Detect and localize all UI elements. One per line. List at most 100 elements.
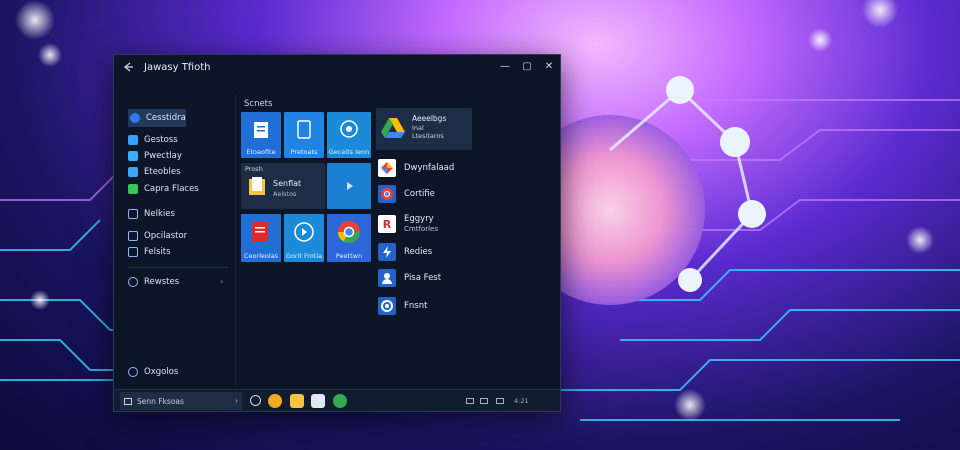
edge-icon <box>378 297 396 315</box>
lightning-icon <box>378 243 396 261</box>
r-icon: R <box>378 215 396 233</box>
sidebar-item-label: Felsits <box>144 247 171 257</box>
sidebar-divider <box>128 267 228 268</box>
media-icon <box>294 222 314 242</box>
sidebar-item-label: Oxgolos <box>144 367 179 377</box>
tile-caption: Aelstos <box>273 190 297 198</box>
list-item-2[interactable]: R Eggyry Cmtforles <box>378 211 438 237</box>
featured-line1: Aeeelbgs <box>412 114 447 123</box>
section-label: Scnets <box>244 99 273 109</box>
featured-tile[interactable]: Aeeelbgs Inal Ltesitaros <box>376 108 472 150</box>
folder-icon <box>128 167 138 177</box>
featured-line3: Ltesitaros <box>412 132 444 140</box>
sidebar-item-5[interactable]: Nelkies <box>128 207 175 221</box>
chrome-icon <box>378 185 396 203</box>
chat-icon <box>128 209 138 219</box>
clock-text: 4:21 <box>514 397 529 405</box>
sidebar-item-label: Rewstes <box>144 277 180 287</box>
tile-label: Etoaofite <box>246 148 276 156</box>
tile-3[interactable]: Prosh Senflat Aelstos <box>241 163 325 209</box>
pdf-icon <box>252 222 268 242</box>
compass-icon <box>130 113 140 123</box>
tile-2[interactable]: Geceits Ienn <box>327 112 371 158</box>
drive-icon <box>381 118 405 138</box>
sidebar-item-8[interactable]: Rewstes <box>128 275 179 289</box>
list-item-label: Redies <box>404 247 433 257</box>
sidebar-item-label: Nelkies <box>144 209 175 219</box>
tile-4[interactable]: Ceorleolas <box>241 214 281 262</box>
sidebar-item-1[interactable]: Gestoss <box>128 133 178 147</box>
document-app-icon[interactable] <box>311 394 325 408</box>
list-item-4[interactable]: Pisa Fest <box>378 267 441 289</box>
folder-icon <box>249 177 265 195</box>
sidebar-item-label: Cesstidra <box>146 113 186 123</box>
list-item-label: Eggyry <box>404 214 434 224</box>
list-item-label: Fnsnt <box>404 301 428 311</box>
file-explorer-icon[interactable] <box>290 394 304 408</box>
tablet-icon <box>297 120 311 139</box>
photos-icon <box>378 159 396 177</box>
play-icon <box>347 182 353 190</box>
list-item-0[interactable]: Dwynfalaad <box>378 157 454 179</box>
featured-line2: Inal <box>412 124 424 132</box>
tile-play[interactable] <box>327 163 371 209</box>
globe-icon <box>340 120 358 138</box>
sidebar-item-label: Eteobles <box>144 167 181 177</box>
list-item-sublabel: Cmtforles <box>404 225 438 233</box>
close-button[interactable]: ✕ <box>542 60 556 74</box>
sidebar-item-label: Pwectlay <box>144 151 182 161</box>
taskbar-search[interactable]: Senn Fksoas › <box>120 392 242 410</box>
back-arrow-icon[interactable] <box>122 61 134 73</box>
list-item-label: Cortifie <box>404 189 435 199</box>
tile-label: Gorit Frotia <box>285 252 323 260</box>
window-title: Jawasy Tfioth <box>144 62 211 73</box>
sidebar-item-2[interactable]: Pwectlay <box>128 149 182 163</box>
sidebar-item-7[interactable]: Felsits <box>128 245 171 259</box>
tile-title: Prosh <box>245 165 263 173</box>
list-item-text: Eggyry Cmtforles <box>404 214 438 234</box>
tile-0[interactable]: Etoaofite <box>241 112 281 158</box>
taskbar-search-text: Senn Fksoas <box>137 396 184 406</box>
document-icon <box>128 231 138 241</box>
sidebar-item-label: Gestoss <box>144 135 178 145</box>
title-bar[interactable]: Jawasy Tfioth — ▢ ✕ <box>114 55 560 79</box>
sidebar: Cesstidra Gestoss Pwectlay Eteobles Capr… <box>114 95 236 385</box>
sidebar-item-label: Capra Flaces <box>144 184 199 194</box>
minimize-button[interactable]: — <box>498 60 512 74</box>
sidebar-item-bottom[interactable]: Oxgolos <box>128 365 178 379</box>
volume-icon[interactable] <box>480 398 488 404</box>
app-orange-icon[interactable] <box>268 394 282 408</box>
chevron-right-icon: › <box>235 397 238 405</box>
tile-subtitle: Senflat <box>273 179 302 188</box>
network-icon[interactable] <box>466 398 474 404</box>
refresh-icon <box>128 367 138 377</box>
list-item-5[interactable]: Fnsnt <box>378 295 427 317</box>
tile-6[interactable]: Peettwn <box>327 214 371 262</box>
sidebar-item-6[interactable]: Opcilastor <box>128 229 187 243</box>
sparkle-icon <box>128 184 138 194</box>
tile-label: Ceorleolas <box>243 252 279 260</box>
maximize-button[interactable]: ▢ <box>520 60 534 74</box>
chrome-taskbar-icon[interactable] <box>333 394 347 408</box>
photo-icon <box>128 151 138 161</box>
sidebar-item-4[interactable]: Capra Flaces <box>128 182 199 196</box>
chrome-icon <box>338 221 360 243</box>
list-item-label: Pisa Fest <box>404 273 442 283</box>
gear-icon <box>128 247 138 257</box>
start-window[interactable]: Jawasy Tfioth — ▢ ✕ Cesstidra Gestoss Pw… <box>113 54 561 412</box>
window-icon <box>124 397 132 405</box>
tile-5[interactable]: Gorit Frotia <box>284 214 324 262</box>
chevron-right-icon[interactable]: › <box>220 277 223 286</box>
user-icon <box>378 269 396 287</box>
tile-label: Geceits Ienn <box>328 148 370 156</box>
sidebar-item-label: Opcilastor <box>144 231 188 241</box>
user-icon <box>128 277 138 287</box>
tile-1[interactable]: Pretoats <box>284 112 324 158</box>
list-item-3[interactable]: Redies <box>378 241 432 263</box>
doc-icon <box>254 122 268 138</box>
battery-icon[interactable] <box>496 398 504 404</box>
sidebar-item-0[interactable]: Cesstidra <box>128 109 186 127</box>
list-item-1[interactable]: Cortifie <box>378 183 435 205</box>
search-icon[interactable] <box>250 395 261 406</box>
sidebar-item-3[interactable]: Eteobles <box>128 165 181 179</box>
